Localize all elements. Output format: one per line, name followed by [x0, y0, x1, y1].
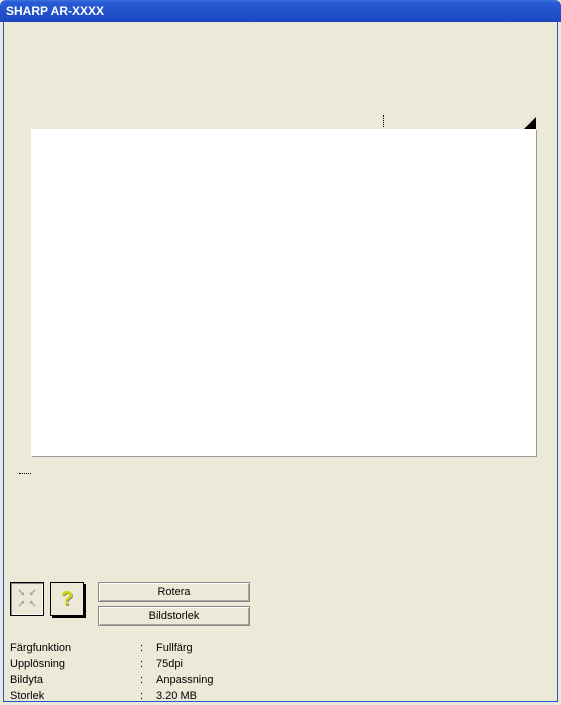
- info-colon: :: [140, 656, 156, 672]
- info-colon: :: [140, 688, 156, 704]
- scanner-window: SHARP AR-XXXX: [0, 0, 561, 705]
- image-size-button[interactable]: Bildstorlek: [98, 606, 250, 626]
- info-colon: :: [140, 640, 156, 656]
- button-column: Rotera Bildstorlek: [98, 582, 250, 626]
- ruler-tick-top: [383, 115, 388, 127]
- info-value: Anpassning: [156, 672, 551, 688]
- preview-frame: [10, 28, 551, 576]
- fit-icon: [16, 587, 38, 612]
- client-area: ? Rotera Bildstorlek Färgfunktion : Full…: [3, 22, 558, 702]
- info-value: Fullfärg: [156, 640, 551, 656]
- info-row: Upplösning : 75dpi: [10, 656, 551, 672]
- info-row: Bildyta : Anpassning: [10, 672, 551, 688]
- info-label: Färgfunktion: [10, 640, 140, 656]
- help-button[interactable]: ?: [50, 582, 84, 616]
- info-row: Storlek : 3.20 MB: [10, 688, 551, 704]
- info-label: Upplösning: [10, 656, 140, 672]
- preview-canvas[interactable]: [31, 129, 536, 456]
- info-label: Bildyta: [10, 672, 140, 688]
- window-title: SHARP AR-XXXX: [6, 4, 104, 18]
- window-titlebar[interactable]: SHARP AR-XXXX: [0, 0, 561, 22]
- toolbar: ? Rotera Bildstorlek: [10, 582, 551, 626]
- info-panel: Färgfunktion : Fullfärg Upplösning : 75d…: [10, 640, 551, 704]
- info-row: Färgfunktion : Fullfärg: [10, 640, 551, 656]
- info-label: Storlek: [10, 688, 140, 704]
- info-colon: :: [140, 672, 156, 688]
- info-value: 75dpi: [156, 656, 551, 672]
- zoom-reset-button[interactable]: [10, 582, 44, 616]
- rotate-button[interactable]: Rotera: [98, 582, 250, 602]
- info-value: 3.20 MB: [156, 688, 551, 704]
- question-icon: ?: [61, 588, 73, 611]
- ruler-tick-left: [19, 473, 31, 475]
